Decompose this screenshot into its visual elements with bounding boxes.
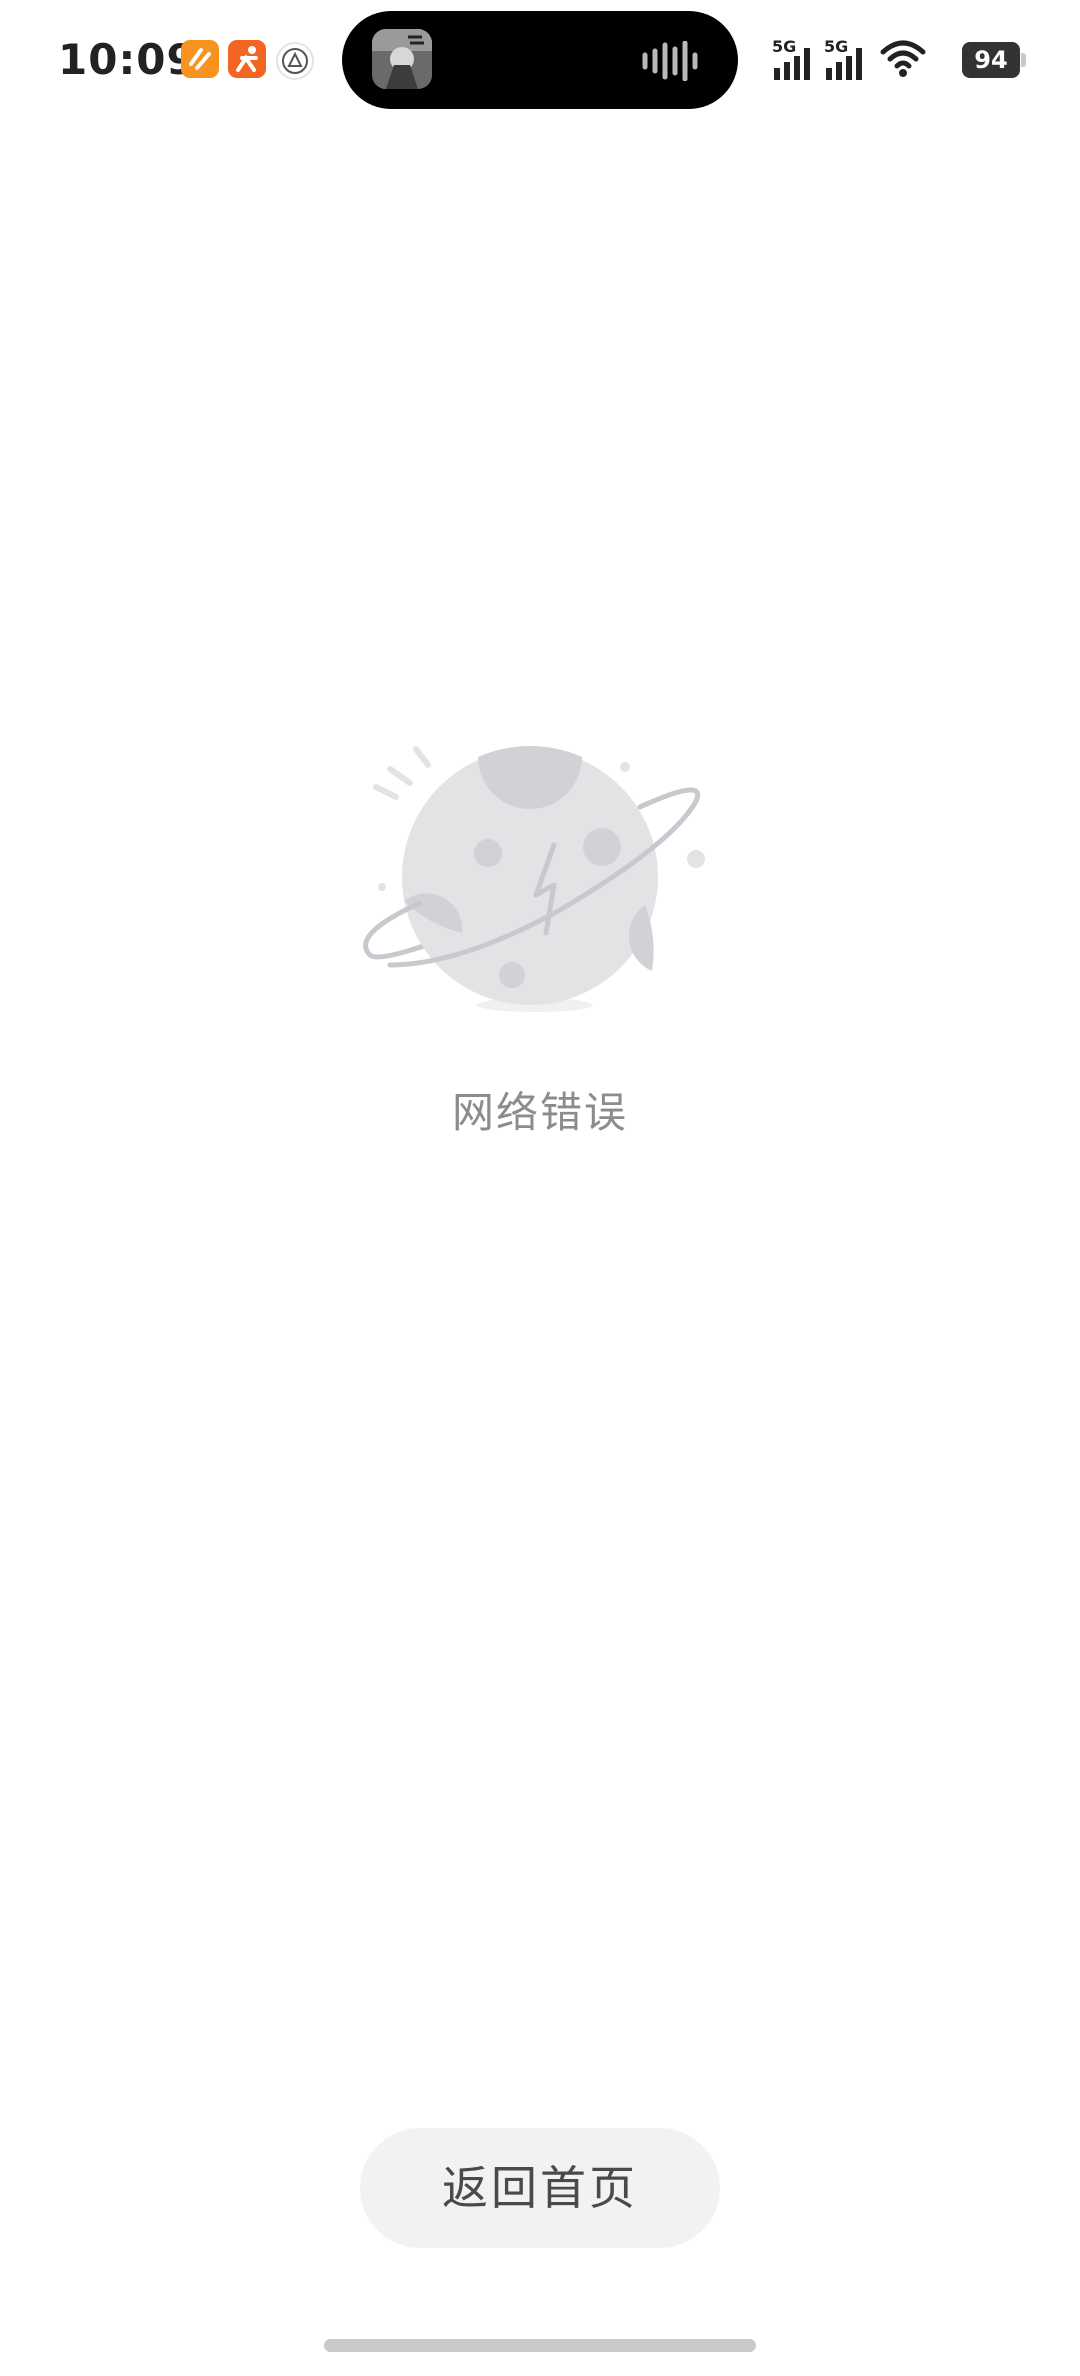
orange-app-icon — [181, 40, 219, 78]
media-thumbnail-icon — [372, 29, 432, 89]
orange-runner-app-icon — [228, 40, 266, 78]
battery-icon — [1021, 53, 1026, 67]
error-message: 网络错误 — [451, 1088, 628, 1137]
status-bar: 10:09 5G 5G 94 — [0, 0, 1080, 120]
error-screen: 10:09 5G 5G 94 网络错误 返回首页 — [0, 0, 1080, 2376]
dynamic-island[interactable] — [342, 11, 738, 109]
planet-error-illustration — [360, 735, 720, 1015]
battery-level: 94 — [962, 42, 1020, 78]
cellular-signal-icon: 5G — [772, 38, 818, 82]
circle-logo-app-icon — [276, 42, 314, 80]
status-time: 10:09 — [58, 35, 197, 84]
status-indicators: 5G 5G 94 — [772, 30, 1080, 90]
home-indicator[interactable] — [324, 2339, 756, 2352]
back-to-home-button[interactable]: 返回首页 — [360, 2128, 720, 2248]
audio-waveform-icon — [640, 40, 700, 82]
wifi-icon — [880, 38, 926, 82]
cellular-signal-icon: 5G — [824, 38, 870, 82]
